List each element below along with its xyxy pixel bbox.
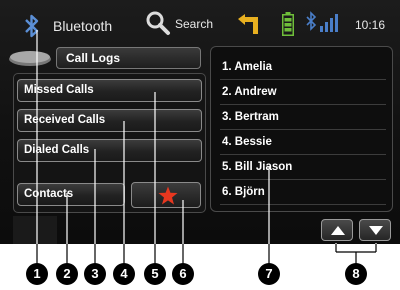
callout-4: 4 xyxy=(113,263,135,285)
callout-8: 8 xyxy=(345,263,367,285)
callout-6: 6 xyxy=(172,263,194,285)
callout-7: 7 xyxy=(258,263,280,285)
callout-3: 3 xyxy=(84,263,106,285)
callout-5: 5 xyxy=(144,263,166,285)
callout-2: 2 xyxy=(56,263,78,285)
callout-1: 1 xyxy=(26,263,48,285)
callout-lines xyxy=(36,30,377,264)
